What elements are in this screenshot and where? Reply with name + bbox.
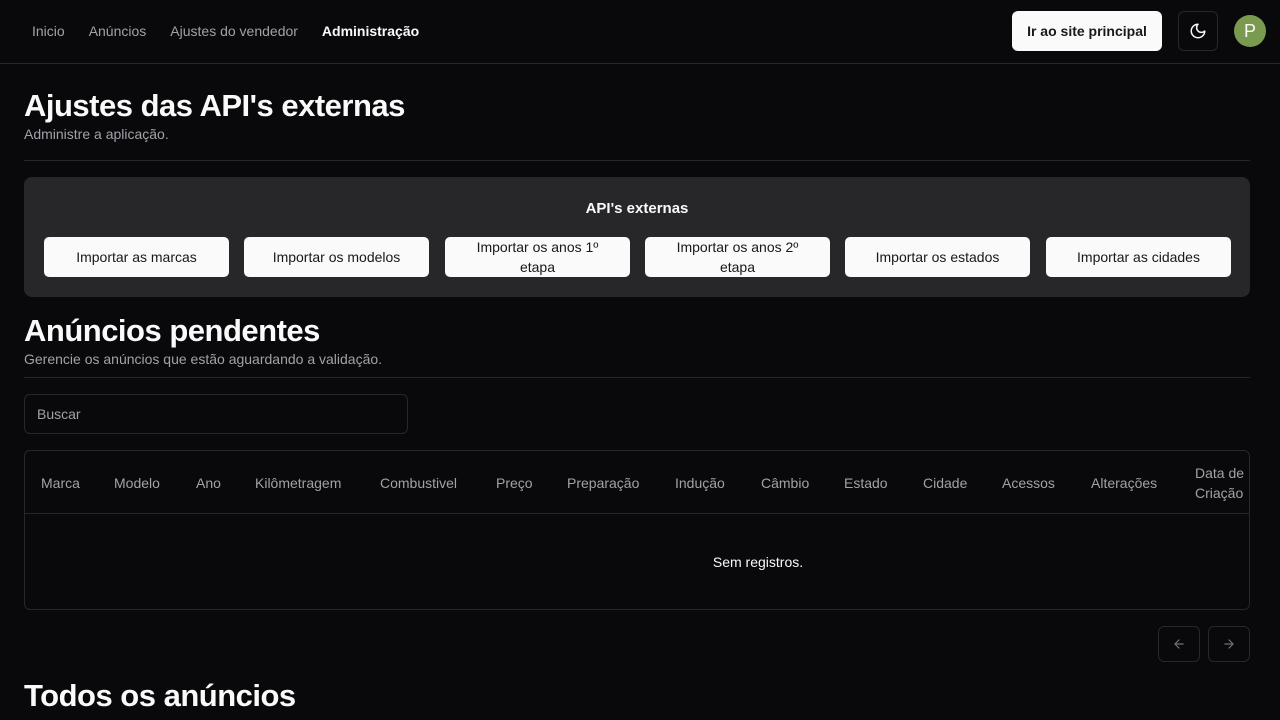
previous-page-button[interactable] [1158,626,1200,662]
import-models-button[interactable]: Importar os modelos [244,237,429,277]
nav-link-inicio[interactable]: Inicio [32,23,65,39]
theme-toggle-button[interactable] [1178,11,1218,51]
pending-ads-table: Marca Modelo Ano Kilômetragem Combustive… [24,450,1250,610]
column-header-data-criacao[interactable]: Data de Criação [1195,451,1249,514]
arrow-right-icon [1224,639,1234,649]
pending-ads-title: Anúncios pendentes [24,313,320,348]
external-api-card: API's externas Importar as marcas Import… [24,177,1250,297]
external-api-card-title: API's externas [585,200,689,217]
column-header-preco[interactable]: Preço [496,451,533,514]
column-header-kilometragem[interactable]: Kilômetragem [255,451,341,514]
divider [24,377,1250,378]
api-settings-title: Ajustes das API's externas [24,88,405,123]
main-site-button[interactable]: Ir ao site principal [1012,11,1162,51]
all-ads-title: Todos os anúncios [24,678,296,713]
nav-link-administracao[interactable]: Administração [322,23,419,39]
pending-ads-subtitle: Gerencie os anúncios que estão aguardand… [24,351,383,367]
column-header-cidade[interactable]: Cidade [923,451,967,514]
import-years-step1-button[interactable]: Importar os anos 1º etapa [445,237,630,277]
column-header-inducao[interactable]: Indução [675,451,725,514]
avatar[interactable]: P [1234,15,1266,47]
import-cities-button[interactable]: Importar as cidades [1046,237,1231,277]
table-header: Marca Modelo Ano Kilômetragem Combustive… [25,451,1249,514]
column-header-preparacao[interactable]: Preparação [567,451,639,514]
column-header-alteracoes[interactable]: Alterações [1091,451,1157,514]
import-years-step2-button[interactable]: Importar os anos 2º etapa [645,237,830,277]
main-nav: Inicio Anúncios Ajustes do vendedor Admi… [32,0,419,62]
column-header-acessos[interactable]: Acessos [1002,451,1055,514]
nav-link-anuncios[interactable]: Anúncios [89,23,147,39]
nav-link-ajustes-vendedor[interactable]: Ajustes do vendedor [170,23,298,39]
search-input[interactable] [24,394,408,434]
column-header-ano[interactable]: Ano [196,451,221,514]
empty-table-message: Sem registros. [712,554,804,570]
column-header-estado[interactable]: Estado [844,451,888,514]
import-brands-button[interactable]: Importar as marcas [44,237,229,277]
column-header-combustivel[interactable]: Combustivel [380,451,457,514]
import-states-button[interactable]: Importar os estados [845,237,1030,277]
divider [24,160,1250,161]
column-header-modelo[interactable]: Modelo [114,451,160,514]
moon-icon [1190,23,1206,39]
next-page-button[interactable] [1208,626,1250,662]
top-navbar: Inicio Anúncios Ajustes do vendedor Admi… [0,0,1280,64]
column-header-marca[interactable]: Marca [41,451,80,514]
api-settings-subtitle: Administre a aplicação. [24,126,169,142]
arrow-left-icon [1174,639,1184,649]
column-header-cambio[interactable]: Câmbio [761,451,809,514]
